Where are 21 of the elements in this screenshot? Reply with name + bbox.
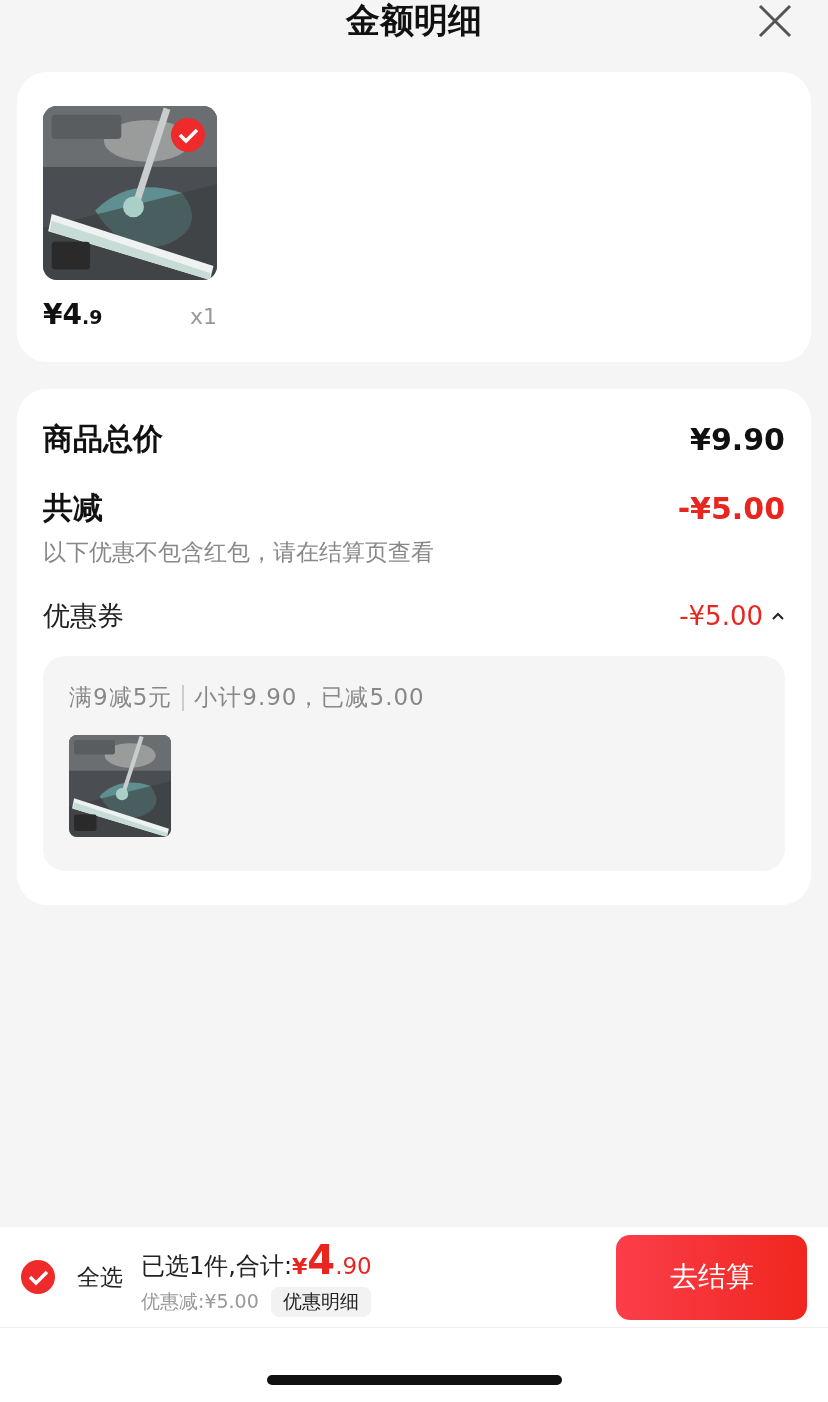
total-label: 商品总价: [43, 420, 163, 458]
product-price: ¥4.9: [43, 298, 103, 331]
discount-label: 共减: [43, 489, 103, 527]
total-summary: 已选1件,合计:¥4.90: [141, 1237, 373, 1283]
coupon-label: 优惠券: [43, 599, 124, 633]
dialog-title: 金额明细: [346, 0, 482, 42]
total-price: ¥9.90: [690, 422, 785, 457]
checkbox[interactable]: [21, 1260, 55, 1294]
discount-details-button[interactable]: 优惠明细: [270, 1287, 371, 1317]
coupon-detail: 小计9.90，已减5.00: [194, 683, 425, 712]
coupon-amount: -¥5.00: [679, 601, 763, 631]
caret-icon[interactable]: [771, 611, 785, 621]
check-icon[interactable]: [171, 118, 205, 152]
close-icon[interactable]: [758, 4, 792, 38]
select-all-label[interactable]: 全选: [77, 1261, 123, 1293]
checkout-button[interactable]: 去结算: [616, 1234, 807, 1320]
discount-summary: 优惠减:¥5.00: [141, 1289, 259, 1314]
coupon-rule: 满9减5元: [69, 683, 173, 712]
discount-note: 以下优惠不包含红包，请在结算页查看: [43, 538, 435, 567]
discount-amount: -¥5.00: [677, 491, 785, 526]
quantity-label: x1: [189, 304, 217, 329]
